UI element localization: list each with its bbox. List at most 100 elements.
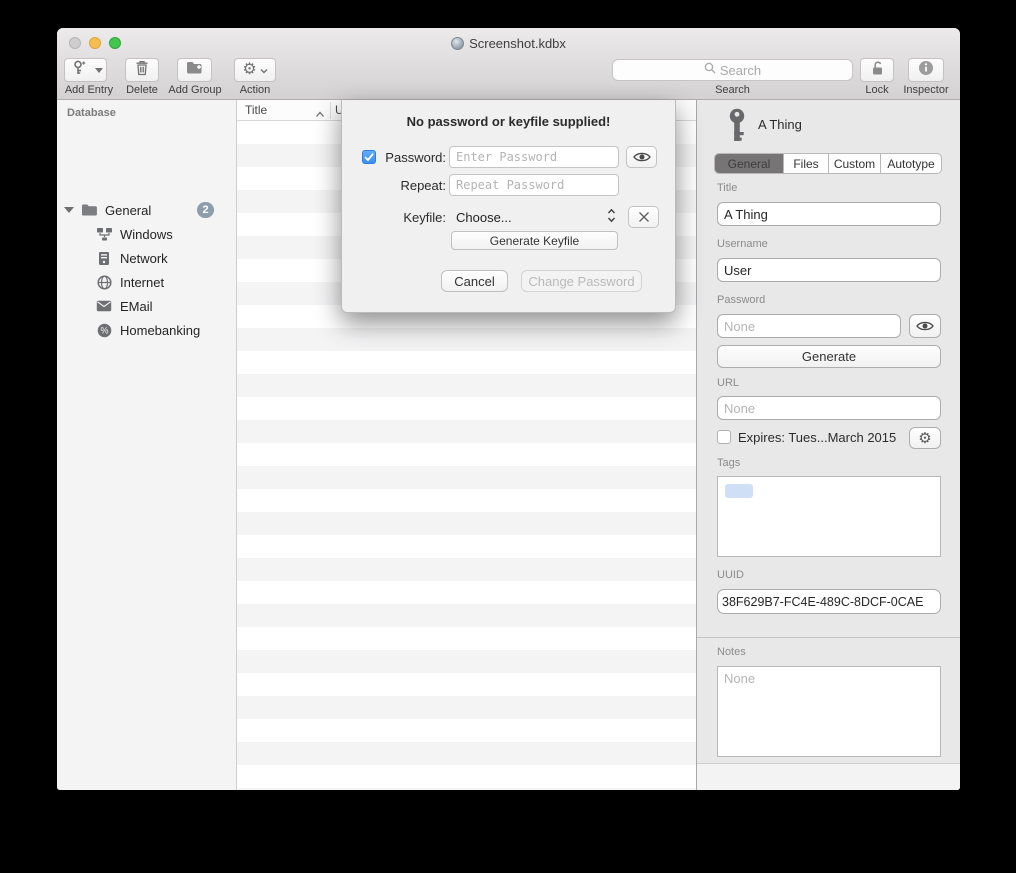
info-icon xyxy=(918,60,934,81)
tab-autotype[interactable]: Autotype xyxy=(881,154,941,173)
inspector-footer xyxy=(697,763,960,790)
inspector-panel: A Thing General Files Custom Autotype Ti… xyxy=(696,100,960,790)
entry-count-badge: 2 xyxy=(197,202,214,218)
globe-icon xyxy=(95,274,113,290)
url-label: URL xyxy=(717,377,739,389)
delete-label: Delete xyxy=(117,84,167,96)
password-input[interactable] xyxy=(717,314,901,338)
sidebar-item-network[interactable]: Network xyxy=(57,248,237,268)
search-label: Search xyxy=(612,84,853,96)
inspector-tabs: General Files Custom Autotype xyxy=(714,153,942,174)
eye-icon xyxy=(633,151,651,163)
sidebar-item-label: EMail xyxy=(120,299,153,314)
clear-keyfile-button[interactable] xyxy=(628,206,659,228)
reveal-password-button[interactable] xyxy=(909,314,941,338)
sheet-message: No password or keyfile supplied! xyxy=(342,114,675,129)
trash-icon xyxy=(135,60,149,81)
username-label: Username xyxy=(717,238,768,250)
repeat-input[interactable] xyxy=(449,174,619,196)
sidebar-item-label: Homebanking xyxy=(120,323,200,338)
keyfile-label: Keyfile: xyxy=(380,210,446,225)
keyfile-popup[interactable]: Choose... xyxy=(456,210,512,225)
add-entry-dropdown-button[interactable] xyxy=(91,58,107,82)
titlebar: Screenshot.kdbx xyxy=(57,34,960,52)
tags-label: Tags xyxy=(717,457,740,469)
action-label: Action xyxy=(234,84,276,96)
expires-label: Expires: Tues...March 2015 xyxy=(738,430,896,445)
uuid-field[interactable] xyxy=(717,589,941,614)
folder-plus-icon xyxy=(186,60,203,80)
expires-checkbox[interactable] xyxy=(717,430,731,444)
change-password-button[interactable]: Change Password xyxy=(521,270,642,292)
tag-pill[interactable] xyxy=(725,484,753,498)
add-entry-label: Add Entry xyxy=(59,84,119,96)
lock-button[interactable] xyxy=(860,58,894,82)
lock-label: Lock xyxy=(853,84,901,96)
title-input[interactable] xyxy=(717,202,941,226)
sidebar-item-label: General xyxy=(105,203,151,218)
sidebar-item-label: Windows xyxy=(120,227,173,242)
sidebar: Database General 2 Windows Network xyxy=(57,100,237,790)
sidebar-header: Database xyxy=(67,107,116,119)
password-label: Password: xyxy=(380,150,446,165)
change-password-sheet: No password or keyfile supplied! Passwor… xyxy=(341,100,676,313)
inspector-button[interactable] xyxy=(908,58,944,82)
folder-icon xyxy=(80,202,98,218)
svg-text:%: % xyxy=(100,325,108,335)
expires-settings-button[interactable]: ⚙ xyxy=(909,427,941,449)
repeat-label: Repeat: xyxy=(380,178,446,193)
delete-button[interactable] xyxy=(125,58,159,82)
window-chrome: Screenshot.kdbx Add Entry Delete Add Gro… xyxy=(57,28,960,100)
reveal-password-button[interactable] xyxy=(626,146,657,168)
check-icon xyxy=(364,153,374,162)
sidebar-item-label: Internet xyxy=(120,275,164,290)
add-group-button[interactable] xyxy=(177,58,212,82)
entry-title: A Thing xyxy=(758,117,802,132)
column-header-title[interactable]: Title xyxy=(245,103,267,117)
inspector-label: Inspector xyxy=(898,84,954,96)
app-window: Screenshot.kdbx Add Entry Delete Add Gro… xyxy=(57,28,960,790)
uuid-label: UUID xyxy=(717,569,744,581)
sidebar-item-email[interactable]: EMail xyxy=(57,296,237,316)
sidebar-item-windows[interactable]: Windows xyxy=(57,224,237,244)
windows-network-icon xyxy=(95,226,113,242)
close-x-icon xyxy=(638,211,650,223)
window-title: Screenshot.kdbx xyxy=(469,36,566,51)
sidebar-item-internet[interactable]: Internet xyxy=(57,272,237,292)
username-input[interactable] xyxy=(717,258,941,282)
generate-keyfile-button[interactable]: Generate Keyfile xyxy=(451,231,618,250)
tab-files[interactable]: Files xyxy=(784,154,829,173)
percent-circle-icon: % xyxy=(95,322,113,338)
url-input[interactable] xyxy=(717,396,941,420)
tags-box[interactable] xyxy=(717,476,941,557)
tab-general[interactable]: General xyxy=(715,154,784,173)
search-icon xyxy=(704,61,716,79)
sidebar-item-label: Network xyxy=(120,251,168,266)
sidebar-item-homebanking[interactable]: % Homebanking xyxy=(57,320,237,340)
envelope-icon xyxy=(95,298,113,314)
cancel-button[interactable]: Cancel xyxy=(441,270,508,292)
title-label: Title xyxy=(717,182,737,194)
notes-label: Notes xyxy=(717,646,746,658)
disclosure-triangle-icon[interactable] xyxy=(64,207,74,213)
gear-icon: ⚙ xyxy=(242,62,256,78)
search-input[interactable]: Search xyxy=(612,59,853,81)
password-input[interactable] xyxy=(449,146,619,168)
popup-stepper-icon[interactable] xyxy=(607,208,616,228)
action-button[interactable]: ⚙ xyxy=(234,58,276,82)
inspector-divider xyxy=(697,637,960,638)
document-proxy-icon xyxy=(451,37,464,50)
password-checkbox[interactable] xyxy=(362,150,376,164)
add-entry-button[interactable] xyxy=(64,58,92,82)
search-placeholder: Search xyxy=(720,63,761,78)
key-plus-icon xyxy=(70,60,86,81)
password-label: Password xyxy=(717,294,765,306)
tab-custom[interactable]: Custom xyxy=(829,154,881,173)
lock-open-icon xyxy=(870,60,885,81)
generate-password-button[interactable]: Generate xyxy=(717,345,941,368)
caret-down-icon xyxy=(95,68,103,73)
column-divider[interactable] xyxy=(330,102,331,119)
notes-textarea[interactable] xyxy=(717,666,941,757)
gear-icon: ⚙ xyxy=(918,431,931,446)
sidebar-item-general[interactable]: General 2 xyxy=(57,200,237,220)
